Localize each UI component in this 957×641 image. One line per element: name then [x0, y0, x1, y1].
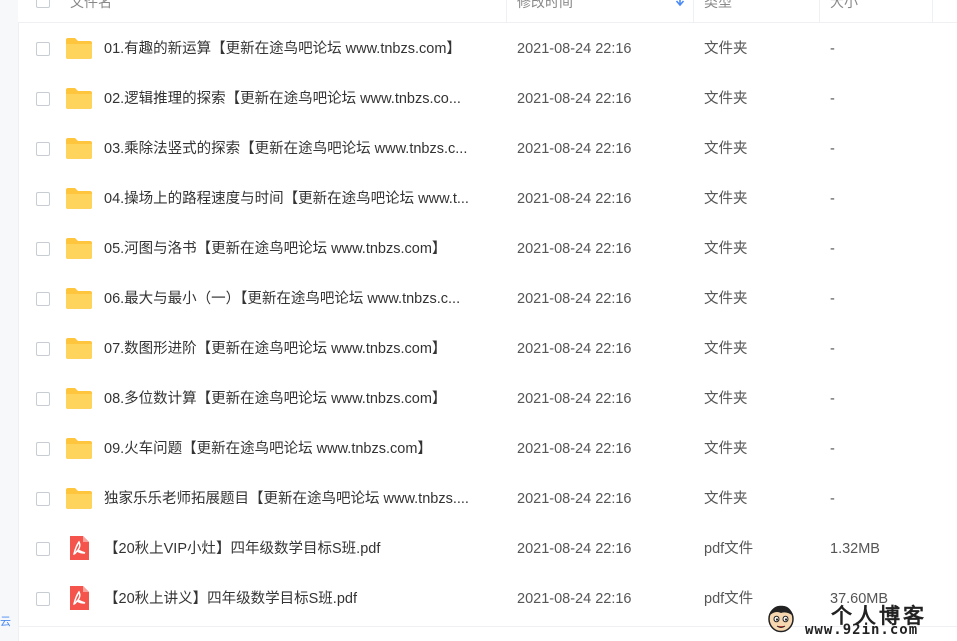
row-checkbox[interactable] [36, 192, 50, 206]
column-divider[interactable] [506, 0, 507, 22]
file-modified-time: 2021-08-24 22:16 [517, 241, 632, 257]
file-row[interactable]: 独家乐乐老师拓展题目【更新在途鸟吧论坛 www.tnbzs.... 2021-08… [18, 473, 957, 523]
file-type: 文件夹 [704, 41, 748, 57]
folder-icon [65, 336, 93, 360]
left-panel-edge-text: 云 [0, 616, 11, 628]
blog-watermark: 个人博客 www.92in.com [763, 600, 957, 641]
folder-icon [65, 486, 93, 510]
pdf-icon [65, 536, 93, 560]
file-name[interactable]: 【20秋上VIP小灶】四年级数学目标S班.pdf [104, 539, 504, 559]
file-size: - [830, 241, 835, 257]
row-checkbox[interactable] [36, 242, 50, 256]
row-checkbox[interactable] [36, 542, 50, 556]
file-modified-time: 2021-08-24 22:16 [517, 341, 632, 357]
file-name[interactable]: 独家乐乐老师拓展题目【更新在途鸟吧论坛 www.tnbzs.... [104, 489, 504, 509]
file-name[interactable]: 03.乘除法竖式的探索【更新在途鸟吧论坛 www.tnbzs.c... [104, 139, 504, 159]
file-size: - [830, 91, 835, 107]
file-modified-time: 2021-08-24 22:16 [517, 441, 632, 457]
column-divider[interactable] [693, 0, 694, 22]
column-header-type[interactable]: 类型 [704, 0, 732, 13]
file-name[interactable]: 05.河图与洛书【更新在途鸟吧论坛 www.tnbzs.com】 [104, 239, 504, 259]
file-row[interactable]: 02.逻辑推理的探索【更新在途鸟吧论坛 www.tnbzs.co... 2021-… [18, 73, 957, 123]
folder-icon [65, 36, 93, 60]
file-row[interactable]: 05.河图与洛书【更新在途鸟吧论坛 www.tnbzs.com】 2021-08-… [18, 223, 957, 273]
sort-descending-icon[interactable] [675, 0, 685, 7]
pdf-icon [65, 586, 93, 610]
file-modified-time: 2021-08-24 22:16 [517, 191, 632, 207]
left-panel-edge: 云 [0, 0, 19, 641]
folder-icon [65, 136, 93, 160]
file-name[interactable]: 02.逻辑推理的探索【更新在途鸟吧论坛 www.tnbzs.co... [104, 89, 504, 109]
column-divider[interactable] [932, 0, 933, 22]
folder-icon [65, 236, 93, 260]
folder-icon [65, 386, 93, 410]
file-name[interactable]: 04.操场上的路程速度与时间【更新在途鸟吧论坛 www.t... [104, 189, 504, 209]
file-modified-time: 2021-08-24 22:16 [517, 491, 632, 507]
file-name[interactable]: 08.多位数计算【更新在途鸟吧论坛 www.tnbzs.com】 [104, 389, 504, 409]
file-row[interactable]: 04.操场上的路程速度与时间【更新在途鸟吧论坛 www.t... 2021-08-… [18, 173, 957, 223]
file-size: - [830, 191, 835, 207]
file-name[interactable]: 06.最大与最小（一）【更新在途鸟吧论坛 www.tnbzs.c... [104, 289, 504, 309]
file-modified-time: 2021-08-24 22:16 [517, 91, 632, 107]
file-modified-time: 2021-08-24 22:16 [517, 291, 632, 307]
file-row[interactable]: 01.有趣的新运算【更新在途鸟吧论坛 www.tnbzs.com】 2021-08… [18, 23, 957, 73]
file-size: - [830, 141, 835, 157]
file-size: - [830, 341, 835, 357]
file-size: - [830, 391, 835, 407]
row-checkbox[interactable] [36, 92, 50, 106]
file-modified-time: 2021-08-24 22:16 [517, 541, 632, 557]
file-row[interactable]: 【20秋上VIP小灶】四年级数学目标S班.pdf 2021-08-24 22:16… [18, 523, 957, 573]
file-type: 文件夹 [704, 441, 748, 457]
file-modified-time: 2021-08-24 22:16 [517, 391, 632, 407]
file-type: 文件夹 [704, 141, 748, 157]
file-row[interactable]: 03.乘除法竖式的探索【更新在途鸟吧论坛 www.tnbzs.c... 2021-… [18, 123, 957, 173]
file-list-header: 文件名 修改时间 类型 大小 [18, 0, 957, 23]
row-checkbox[interactable] [36, 442, 50, 456]
file-row[interactable]: 06.最大与最小（一）【更新在途鸟吧论坛 www.tnbzs.c... 2021-… [18, 273, 957, 323]
row-checkbox[interactable] [36, 392, 50, 406]
cartoon-face-logo-icon [768, 605, 794, 633]
folder-icon [65, 286, 93, 310]
watermark-url: www.92in.com [805, 622, 919, 638]
column-header-size[interactable]: 大小 [830, 0, 858, 13]
file-modified-time: 2021-08-24 22:16 [517, 591, 632, 607]
file-row[interactable]: 07.数图形进阶【更新在途鸟吧论坛 www.tnbzs.com】 2021-08-… [18, 323, 957, 373]
column-divider[interactable] [819, 0, 820, 22]
row-checkbox[interactable] [36, 592, 50, 606]
file-name[interactable]: 01.有趣的新运算【更新在途鸟吧论坛 www.tnbzs.com】 [104, 39, 504, 59]
file-type: 文件夹 [704, 391, 748, 407]
file-name[interactable]: 【20秋上讲义】四年级数学目标S班.pdf [104, 589, 504, 609]
row-checkbox[interactable] [36, 292, 50, 306]
row-checkbox[interactable] [36, 142, 50, 156]
file-size: - [830, 441, 835, 457]
folder-icon [65, 86, 93, 110]
folder-icon [65, 186, 93, 210]
column-header-name[interactable]: 文件名 [70, 0, 112, 13]
file-type: 文件夹 [704, 291, 748, 307]
file-name[interactable]: 09.火车问题【更新在途鸟吧论坛 www.tnbzs.com】 [104, 439, 504, 459]
file-size: 1.32MB [830, 541, 880, 557]
file-size: - [830, 291, 835, 307]
file-type: pdf文件 [704, 591, 754, 607]
row-checkbox[interactable] [36, 492, 50, 506]
folder-icon [65, 436, 93, 460]
file-name[interactable]: 07.数图形进阶【更新在途鸟吧论坛 www.tnbzs.com】 [104, 339, 504, 359]
file-modified-time: 2021-08-24 22:16 [517, 141, 632, 157]
file-row[interactable]: 09.火车问题【更新在途鸟吧论坛 www.tnbzs.com】 2021-08-2… [18, 423, 957, 473]
file-size: - [830, 491, 835, 507]
file-row[interactable]: 08.多位数计算【更新在途鸟吧论坛 www.tnbzs.com】 2021-08-… [18, 373, 957, 423]
file-type: 文件夹 [704, 191, 748, 207]
select-all-checkbox[interactable] [36, 0, 50, 8]
column-header-modified[interactable]: 修改时间 [517, 0, 573, 13]
row-checkbox[interactable] [36, 342, 50, 356]
file-type: pdf文件 [704, 541, 754, 557]
file-type: 文件夹 [704, 241, 748, 257]
file-type: 文件夹 [704, 491, 748, 507]
file-size: - [830, 41, 835, 57]
file-modified-time: 2021-08-24 22:16 [517, 41, 632, 57]
file-type: 文件夹 [704, 341, 748, 357]
row-checkbox[interactable] [36, 42, 50, 56]
file-type: 文件夹 [704, 91, 748, 107]
